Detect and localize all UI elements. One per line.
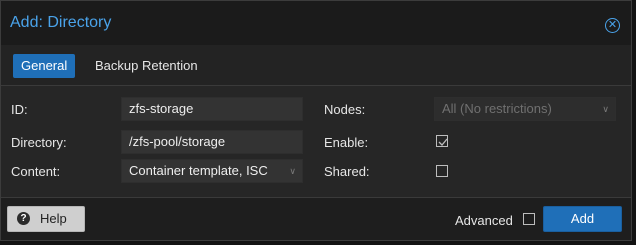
tab-backup-retention[interactable]: Backup Retention — [87, 54, 206, 78]
tab-bar: General Backup Retention — [1, 45, 631, 86]
nodes-label: Nodes: — [324, 102, 366, 117]
directory-value: /zfs-pool/storage — [129, 134, 226, 149]
help-label: Help — [40, 211, 67, 226]
add-button[interactable]: Add — [543, 206, 622, 232]
shared-label: Shared: — [324, 164, 370, 179]
question-circle-icon: ? — [17, 212, 30, 225]
chevron-down-icon[interactable]: ∨ — [289, 160, 296, 182]
nodes-select[interactable]: All (No restrictions) ∨ — [434, 97, 616, 121]
content-select[interactable]: Container template, ISC ∨ — [121, 159, 303, 183]
chevron-down-icon[interactable]: ∨ — [602, 98, 609, 120]
checkmark-icon — [438, 138, 448, 146]
enable-label: Enable: — [324, 135, 369, 150]
dialog-footer: ? Help Advanced Add — [1, 197, 631, 240]
dialog-titlebar: Add: Directory ✕ — [1, 1, 631, 46]
enable-checkbox[interactable] — [436, 135, 448, 147]
tab-general[interactable]: General — [13, 54, 76, 78]
help-button[interactable]: ? Help — [7, 206, 85, 232]
shared-checkbox[interactable] — [436, 165, 448, 177]
content-value: Container template, ISC — [129, 163, 268, 178]
id-field[interactable]: zfs-storage — [121, 97, 303, 121]
directory-field[interactable]: /zfs-pool/storage — [121, 130, 303, 154]
add-button-label: Add — [570, 211, 595, 226]
advanced-checkbox[interactable] — [523, 213, 535, 225]
dialog-title: Add: Directory — [10, 14, 112, 31]
id-value: zfs-storage — [129, 101, 194, 116]
id-label: ID: — [11, 102, 28, 117]
content-label: Content: — [11, 164, 61, 179]
nodes-value: All (No restrictions) — [442, 101, 552, 116]
add-directory-dialog: Add: Directory ✕ General Backup Retentio… — [0, 0, 632, 241]
close-icon[interactable]: ✕ — [605, 18, 620, 33]
directory-label: Directory: — [11, 135, 67, 150]
advanced-label: Advanced — [455, 213, 513, 228]
